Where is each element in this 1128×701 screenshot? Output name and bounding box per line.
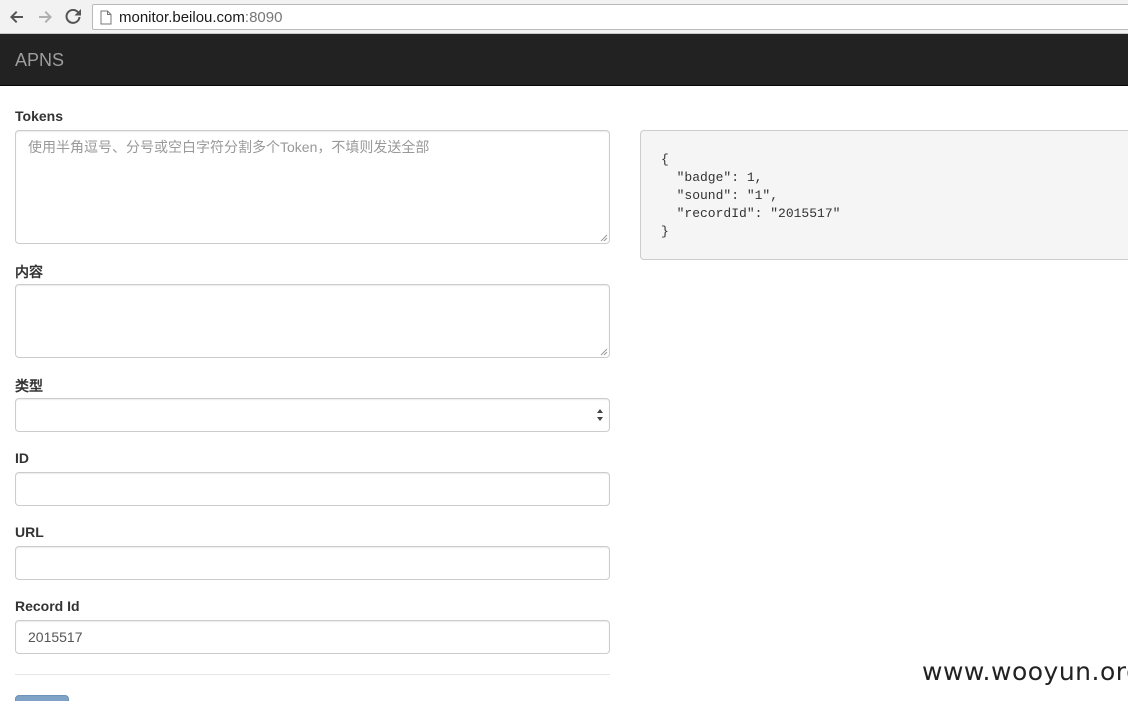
page-icon — [100, 10, 112, 25]
forward-arrow-icon[interactable] — [34, 6, 56, 28]
record-id-input[interactable] — [15, 620, 610, 654]
back-arrow-icon[interactable] — [6, 6, 28, 28]
payload-json: { "badge": 1, "sound": "1", "recordId": … — [661, 152, 841, 239]
reload-icon[interactable] — [62, 6, 84, 28]
select-arrows-icon — [597, 409, 603, 421]
browser-toolbar: monitor.beilou.com:8090 — [0, 0, 1128, 34]
navbar: APNS — [0, 34, 1128, 86]
navbar-brand[interactable]: APNS — [15, 50, 64, 71]
url-port: :8090 — [244, 9, 283, 26]
type-label: 类型 — [15, 378, 43, 394]
resize-grip-icon[interactable] — [600, 234, 608, 242]
id-label: ID — [15, 450, 29, 466]
resize-grip-icon[interactable] — [600, 348, 608, 356]
watermark: www.wooyun.org — [922, 657, 1128, 686]
address-bar[interactable]: monitor.beilou.com:8090 — [92, 4, 1128, 30]
tokens-textarea[interactable] — [15, 130, 610, 244]
payload-preview: { "badge": 1, "sound": "1", "recordId": … — [640, 130, 1128, 260]
url-input[interactable] — [15, 546, 610, 580]
content-textarea[interactable] — [15, 284, 610, 358]
content-label: 内容 — [15, 264, 43, 280]
tokens-label: Tokens — [15, 108, 63, 124]
form-divider — [15, 674, 610, 675]
submit-button[interactable] — [15, 695, 69, 701]
record-id-label: Record Id — [15, 598, 80, 614]
url-host: monitor.beilou.com — [119, 9, 245, 26]
url-text: monitor.beilou.com:8090 — [119, 9, 282, 26]
type-select[interactable] — [15, 398, 610, 432]
id-input[interactable] — [15, 472, 610, 506]
url-label: URL — [15, 524, 44, 540]
